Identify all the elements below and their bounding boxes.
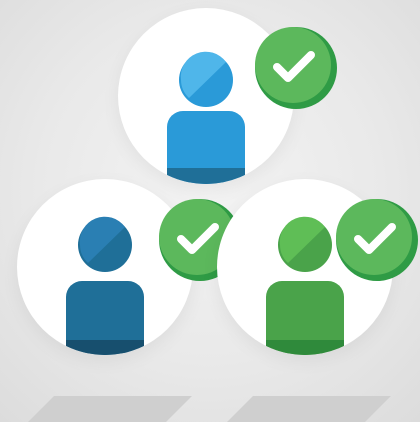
floor-shadow-left: [28, 396, 192, 422]
check-icon: [336, 199, 418, 281]
top-user-check-badge: [253, 25, 339, 111]
floor-shadow-left-icon: [28, 396, 192, 422]
floor-shadow-right: [227, 396, 391, 422]
floor-shadow-right-icon: [227, 396, 391, 422]
check-icon: [255, 27, 337, 109]
right-user-check-badge: [334, 197, 420, 283]
user-approval-illustration: [0, 0, 420, 422]
